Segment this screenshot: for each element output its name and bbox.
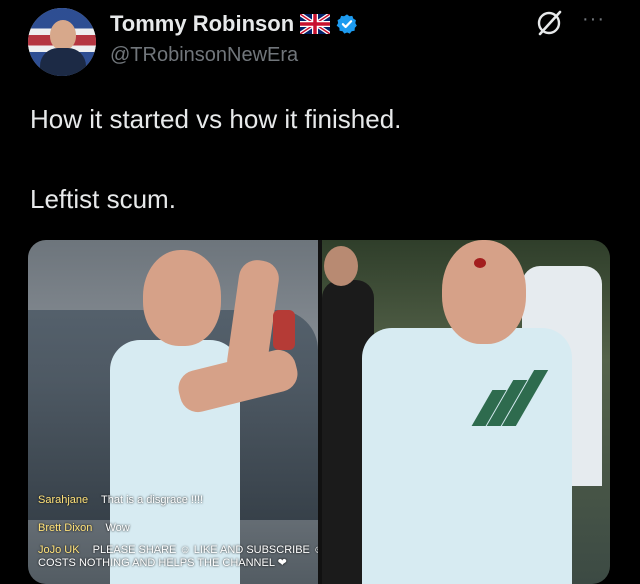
tweet-text-line-1: How it started vs how it finished. xyxy=(30,104,402,134)
chat-message: Sarahjane That is a disgrace !!!! xyxy=(38,494,203,506)
more-options-icon[interactable]: ··· xyxy=(582,8,605,31)
chat-user: JoJo UK xyxy=(38,544,80,556)
chat-message: COSTS NOTHING AND HELPS THE CHANNEL ❤ xyxy=(38,556,287,569)
chat-text: COSTS NOTHING AND HELPS THE CHANNEL ❤ xyxy=(38,557,287,569)
arm-tattoo xyxy=(273,310,295,350)
media-image-right[interactable] xyxy=(322,240,610,584)
author-name-row: Tommy Robinson xyxy=(110,10,358,38)
chat-user: Sarahjane xyxy=(38,494,89,506)
media-image-left[interactable]: Sarahjane That is a disgrace !!!! Brett … xyxy=(28,240,318,584)
author-avatar[interactable] xyxy=(28,8,96,76)
tweet-text-line-2: Leftist scum. xyxy=(30,184,176,214)
grok-icon[interactable] xyxy=(534,8,564,38)
background-person-head xyxy=(324,246,358,286)
author-handle[interactable]: @TRobinsonNewEra xyxy=(110,44,298,67)
avatar-shirt xyxy=(40,48,86,76)
head-wound xyxy=(474,258,486,268)
man-head-right xyxy=(442,240,526,344)
avatar-face xyxy=(50,20,76,50)
chat-message: JoJo UK PLEASE SHARE ☺ LIKE AND SUBSCRIB… xyxy=(38,544,318,556)
chat-text: PLEASE SHARE ☺ LIKE AND SUBSCRIBE ☺ xyxy=(92,544,318,556)
chat-text: Wow xyxy=(105,522,130,534)
verified-badge-icon[interactable] xyxy=(336,13,358,35)
tweet-media[interactable]: Sarahjane That is a disgrace !!!! Brett … xyxy=(28,240,610,584)
man-head-left xyxy=(143,250,221,346)
chat-text: That is a disgrace !!!! xyxy=(101,494,204,506)
man-shirt-right xyxy=(362,328,572,584)
author-display-name[interactable]: Tommy Robinson xyxy=(110,11,294,37)
chat-user: Brett Dixon xyxy=(38,522,93,534)
uk-flag-icon xyxy=(300,14,331,34)
chat-message: Brett Dixon Wow xyxy=(38,522,130,534)
